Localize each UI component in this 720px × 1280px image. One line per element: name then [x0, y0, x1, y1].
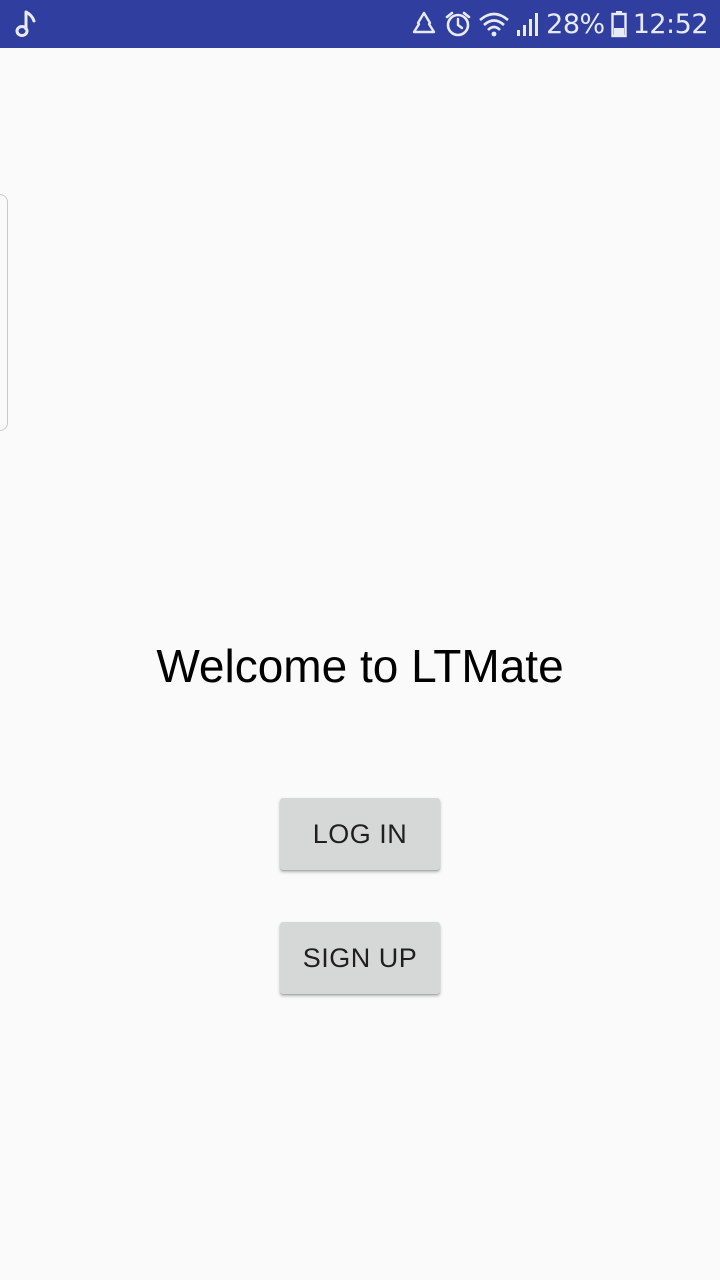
music-note-icon — [14, 9, 40, 39]
status-right: 28% 12:52 — [410, 0, 709, 48]
battery-percent: 28% — [546, 8, 605, 40]
recycle-icon — [410, 10, 438, 38]
login-button[interactable]: LOG IN — [280, 798, 440, 870]
signup-button[interactable]: SIGN UP — [280, 922, 440, 994]
status-bar: 28% 12:52 — [0, 0, 720, 48]
edge-panel-handle[interactable] — [0, 194, 8, 431]
status-left — [14, 0, 40, 48]
alarm-icon — [444, 10, 472, 38]
welcome-title: Welcome to LTMate — [156, 640, 564, 692]
wifi-icon — [478, 10, 510, 38]
battery-icon — [610, 10, 627, 38]
status-clock: 12:52 — [632, 8, 709, 40]
signal-icon — [516, 10, 540, 38]
